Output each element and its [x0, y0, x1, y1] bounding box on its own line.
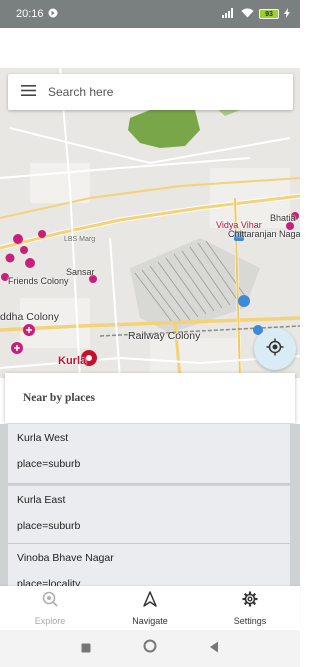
navigate-icon [143, 590, 157, 612]
place-item-vinoba-bhave-nagar[interactable]: Vinoba Bhave Nagar place=locality [8, 544, 290, 586]
place-name: Kurla West [17, 432, 69, 444]
hamburger-menu-icon [20, 83, 36, 101]
nav-explore-label: Explore [34, 615, 66, 626]
map-label-railway-colony: Railway Colony [128, 330, 201, 342]
signal-icon [222, 7, 236, 21]
place-item-kurla-west[interactable]: Kurla West place=suburb [8, 424, 290, 484]
nav-settings[interactable]: Settings [210, 591, 290, 626]
gear-icon [242, 591, 258, 612]
map-label-lbs-marg: LBS Marg [64, 236, 96, 243]
back-button[interactable] [209, 640, 219, 658]
status-bar: 20:16 93 [0, 0, 300, 28]
system-navigation-bar [0, 630, 300, 667]
status-right: 93 [222, 7, 290, 21]
notification-icon [48, 8, 58, 21]
place-type: place=locality [17, 578, 81, 586]
explore-icon [42, 591, 58, 612]
nav-settings-label: Settings [233, 615, 267, 626]
circle-icon [143, 639, 157, 658]
search-bar [8, 74, 293, 110]
nav-navigate-label: Navigate [132, 615, 168, 626]
place-name: Vinoba Bhave Nagar [17, 552, 114, 564]
search-input[interactable] [48, 85, 268, 99]
nearby-places-list[interactable]: Kurla West place=suburb Kurla East place… [0, 424, 300, 586]
nearby-places-title: Near by places [23, 392, 95, 404]
home-button[interactable] [143, 639, 157, 658]
battery-icon: 93 [259, 9, 279, 19]
nearby-places-header: Near by places [5, 373, 295, 423]
place-item-kurla-east[interactable]: Kurla East place=suburb [8, 486, 290, 544]
map-label-chittaranjan: Chittaranjan Nagar [228, 229, 300, 239]
status-time: 20:16 [16, 8, 44, 20]
map-label-kurla: Kurla [58, 355, 87, 367]
map-label-bhatia: Bhatia [270, 213, 296, 223]
map-label-friends-colony: Friends Colony [8, 276, 69, 286]
square-icon [81, 640, 91, 658]
map-view[interactable]: Vidya Vihar Chittaranjan Nagar Bhatia LB… [0, 68, 300, 378]
bottom-navigation: Explore Navigate Settings [0, 586, 300, 630]
nav-navigate[interactable]: Navigate [110, 590, 190, 626]
menu-button[interactable] [8, 74, 48, 110]
map-label-buddha-colony: ddha Colony [0, 311, 59, 323]
nav-explore[interactable]: Explore [10, 591, 90, 626]
place-type: place=suburb [17, 458, 81, 470]
top-band [0, 28, 300, 68]
map-label-sansar: Sansar [66, 267, 95, 277]
wifi-icon [241, 8, 254, 21]
place-type: place=suburb [17, 520, 81, 532]
place-name: Kurla East [17, 494, 66, 506]
charging-icon [284, 7, 290, 21]
my-location-button[interactable] [254, 328, 296, 370]
triangle-back-icon [209, 640, 219, 658]
crosshair-location-icon [266, 338, 284, 361]
status-left: 20:16 [16, 8, 58, 21]
recents-button[interactable] [81, 640, 91, 658]
